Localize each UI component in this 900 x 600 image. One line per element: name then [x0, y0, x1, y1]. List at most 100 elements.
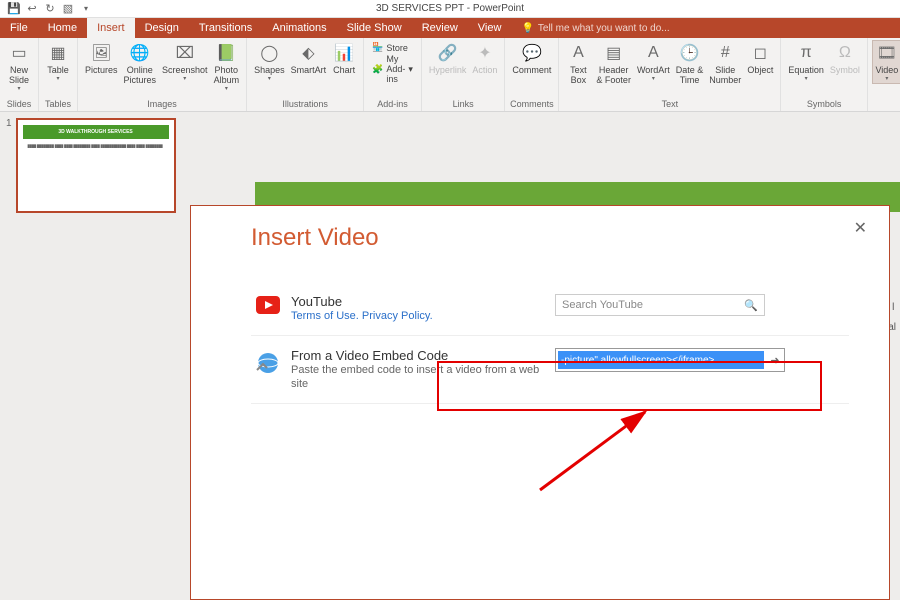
slide-thumbnails-pane: 1 3D WALKTHROUGH SERVICES ████ ████████ … [0, 112, 185, 600]
equation-label: Equation [788, 65, 824, 75]
chevron-down-icon: ▾ [56, 75, 59, 82]
pictures-label: Pictures [85, 65, 118, 75]
group-comments-label: Comments [509, 99, 554, 111]
slide-thumbnail-1[interactable]: 3D WALKTHROUGH SERVICES ████ ████████ ██… [16, 118, 176, 213]
tab-slideshow[interactable]: Slide Show [337, 18, 412, 38]
embed-code-input[interactable]: -picture" allowfullscreen></iframe> ➜ [555, 348, 785, 372]
symbol-label: Symbol [830, 65, 860, 75]
text-box-button[interactable]: AText Box [563, 40, 593, 87]
tab-transitions[interactable]: Transitions [189, 18, 262, 38]
store-label: Store [386, 43, 408, 53]
photo-album-label: Photo Album [214, 65, 240, 85]
online-pictures-button[interactable]: 🌐Online Pictures [121, 40, 160, 87]
equation-button[interactable]: πEquation▾ [785, 40, 827, 84]
table-icon: ▦ [47, 42, 69, 64]
action-label: Action [472, 65, 497, 75]
youtube-row: YouTube Terms of Use. Privacy Policy. Se… [251, 282, 849, 336]
wordart-button[interactable]: AWordArt▾ [634, 40, 673, 84]
group-addins-label: Add-ins [368, 99, 417, 111]
group-comments: 💬Comment Comments [505, 38, 559, 111]
close-button[interactable]: ✕ [854, 218, 867, 238]
header-footer-icon: ▤ [603, 42, 625, 64]
action-button[interactable]: ✦Action [469, 40, 500, 77]
start-slideshow-icon[interactable]: ▧ [60, 1, 76, 17]
table-button[interactable]: ▦Table▾ [43, 40, 73, 84]
video-icon: 🎞 [876, 42, 898, 64]
slide-number-button[interactable]: #Slide Number [706, 40, 744, 87]
symbol-button[interactable]: ΩSymbol [827, 40, 863, 77]
group-illustrations: ◯Shapes▾ ⬖SmartArt 📊Chart Illustrations [247, 38, 364, 111]
store-icon: 🏪 [372, 42, 383, 53]
tab-file[interactable]: File [0, 18, 38, 38]
redo-icon[interactable]: ↻ [42, 1, 58, 17]
save-icon[interactable]: 💾 [6, 1, 22, 17]
screenshot-button[interactable]: ⌧Screenshot▾ [159, 40, 211, 84]
smartart-label: SmartArt [291, 65, 327, 75]
search-icon: 🔍 [744, 299, 758, 312]
thumbnail-title: 3D WALKTHROUGH SERVICES [23, 125, 169, 139]
group-symbols: πEquation▾ ΩSymbol Symbols [781, 38, 868, 111]
hyperlink-label: Hyperlink [429, 65, 467, 75]
dialog-title: Insert Video [251, 224, 849, 252]
privacy-link[interactable]: Privacy Policy. [362, 310, 433, 322]
chart-label: Chart [333, 65, 355, 75]
video-button[interactable]: 🎞Video▾ [872, 40, 900, 84]
object-button[interactable]: ◻Object [744, 40, 776, 77]
online-pictures-icon: 🌐 [129, 42, 151, 64]
qat-customize-icon[interactable]: ▾ [78, 1, 94, 17]
new-slide-button[interactable]: ▭New Slide▾ [4, 40, 34, 94]
text-box-icon: A [567, 42, 589, 64]
youtube-search-input[interactable]: Search YouTube 🔍 [555, 294, 765, 316]
group-addins: 🏪Store 🧩My Add-ins ▾ Add-ins [364, 38, 422, 111]
embed-row: From a Video Embed Code Paste the embed … [251, 336, 849, 404]
tab-design[interactable]: Design [135, 18, 189, 38]
object-icon: ◻ [749, 42, 771, 64]
chart-button[interactable]: 📊Chart [329, 40, 359, 77]
chevron-down-icon: ▾ [408, 64, 413, 75]
my-addins-label: My Add-ins [386, 54, 405, 84]
close-icon: ✕ [854, 220, 867, 237]
photo-album-button[interactable]: 📗Photo Album▾ [211, 40, 243, 94]
tab-review[interactable]: Review [412, 18, 468, 38]
pictures-icon: 🖼 [90, 42, 112, 64]
new-slide-label: New Slide [9, 65, 29, 85]
tell-me[interactable]: 💡 Tell me what you want to do... [521, 18, 669, 38]
tab-view[interactable]: View [468, 18, 512, 38]
slide-number-icon: # [714, 42, 736, 64]
embed-title: From a Video Embed Code [291, 348, 555, 363]
new-slide-icon: ▭ [8, 42, 30, 64]
store-button[interactable]: 🏪Store [372, 42, 413, 53]
object-label: Object [747, 65, 773, 75]
tell-me-label: Tell me what you want to do... [538, 23, 670, 34]
comment-button[interactable]: 💬Comment [509, 40, 554, 77]
shapes-button[interactable]: ◯Shapes▾ [251, 40, 288, 84]
group-slides-label: Slides [4, 99, 34, 111]
pictures-button[interactable]: 🖼Pictures [82, 40, 121, 77]
screenshot-label: Screenshot [162, 65, 208, 75]
tab-animations[interactable]: Animations [262, 18, 336, 38]
equation-icon: π [795, 42, 817, 64]
undo-icon[interactable]: ↩ [24, 1, 40, 17]
header-footer-button[interactable]: ▤Header & Footer [593, 40, 634, 87]
window-title: 3D SERVICES PPT - PowerPoint [376, 3, 524, 14]
smartart-button[interactable]: ⬖SmartArt [288, 40, 330, 77]
comment-label: Comment [512, 65, 551, 75]
embed-submit-button[interactable]: ➜ [766, 354, 784, 367]
arrow-right-icon: ➜ [770, 355, 779, 367]
date-time-button[interactable]: 🕒Date & Time [673, 40, 707, 87]
chevron-down-icon: ▾ [805, 75, 808, 82]
terms-link[interactable]: Terms of Use. [291, 310, 359, 322]
my-addins-button[interactable]: 🧩My Add-ins ▾ [372, 54, 413, 84]
slide-number-label: Slide Number [709, 65, 741, 85]
group-tables: ▦Table▾ Tables [39, 38, 78, 111]
chevron-down-icon: ▾ [183, 75, 186, 82]
embed-code-value: -picture" allowfullscreen></iframe> [558, 351, 764, 369]
shapes-label: Shapes [254, 65, 285, 75]
group-illustrations-label: Illustrations [251, 99, 359, 111]
hyperlink-button[interactable]: 🔗Hyperlink [426, 40, 470, 77]
text-box-label: Text Box [570, 65, 587, 85]
tab-home[interactable]: Home [38, 18, 87, 38]
tab-insert[interactable]: Insert [87, 18, 135, 38]
group-text-label: Text [563, 99, 776, 111]
embed-desc: Paste the embed code to insert a video f… [291, 363, 555, 391]
